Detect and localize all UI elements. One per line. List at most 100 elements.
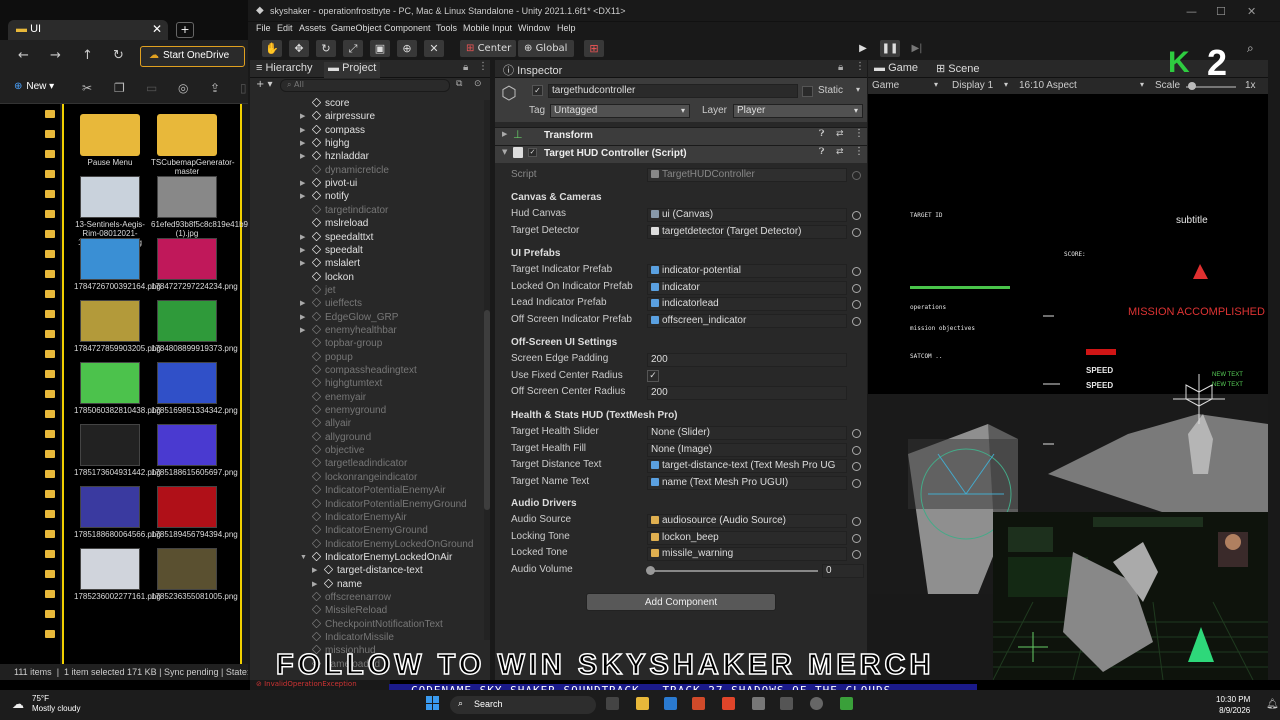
hierarchy-item[interactable]: ▶ notify: [300, 190, 349, 203]
tree-folder-icon[interactable]: [45, 170, 55, 178]
expand-arrow-icon[interactable]: ▶: [300, 177, 305, 190]
inspector-field-value[interactable]: audiosource (Audio Source): [647, 514, 847, 528]
hierarchy-item[interactable]: targetleadindicator: [311, 457, 407, 470]
menu-component[interactable]: Component: [384, 23, 431, 33]
file-thumbnail[interactable]: [157, 486, 217, 528]
task-view-icon[interactable]: [606, 697, 619, 710]
tree-folder-icon[interactable]: [45, 630, 55, 638]
notification-bell-icon[interactable]: 🔔︎: [1266, 699, 1279, 710]
hierarchy-search-input[interactable]: ⌕ All: [280, 79, 450, 92]
tree-folder-icon[interactable]: [45, 610, 55, 618]
file-thumbnail[interactable]: [80, 176, 140, 218]
tab-inspector[interactable]: ⓘ Inspector: [503, 62, 562, 78]
object-picker-icon[interactable]: [852, 533, 861, 543]
file-thumbnail[interactable]: [80, 300, 140, 342]
global-space-button[interactable]: ⊕ Global: [518, 40, 574, 57]
hierarchy-item[interactable]: ▶ speedalt: [300, 244, 363, 257]
back-arrow-icon[interactable]: ←: [18, 48, 29, 63]
menu-window[interactable]: Window: [518, 23, 550, 33]
hierarchy-item[interactable]: lockonrangeindicator: [311, 471, 417, 484]
tab-scene[interactable]: ⊞ Scene: [936, 62, 979, 75]
expand-arrow-icon[interactable]: ▶: [300, 124, 305, 137]
expand-arrow-icon[interactable]: ▶: [300, 257, 305, 270]
notepad-icon[interactable]: [840, 697, 853, 710]
obs-icon[interactable]: [810, 697, 823, 710]
expand-arrow-icon[interactable]: ▶: [312, 578, 317, 591]
hierarchy-item[interactable]: ▶ enemyhealthbar: [300, 324, 397, 337]
expand-arrow-icon[interactable]: ▶: [300, 137, 305, 150]
tree-folder-icon[interactable]: [45, 550, 55, 558]
file-thumbnail[interactable]: [80, 486, 140, 528]
inspector-field-value[interactable]: indicator-potential: [647, 264, 847, 278]
game-mode-dropdown[interactable]: Game: [872, 80, 899, 91]
tree-folder-icon[interactable]: [45, 230, 55, 238]
object-picker-icon[interactable]: [852, 316, 861, 326]
menu-edit[interactable]: Edit: [277, 23, 293, 33]
hierarchy-item[interactable]: topbar-group: [311, 337, 382, 350]
kebab-menu-icon[interactable]: ⋮: [478, 61, 488, 72]
grid-snap-icon[interactable]: ⊞: [584, 40, 604, 57]
expand-arrow-icon[interactable]: ▶: [502, 130, 507, 138]
hierarchy-item[interactable]: IndicatorMissile: [311, 631, 394, 644]
file-explorer-icon[interactable]: [636, 697, 649, 710]
inspector-field-value[interactable]: indicatorlead: [647, 297, 847, 312]
active-checkbox[interactable]: ✓: [532, 85, 543, 96]
file-thumbnail[interactable]: [80, 238, 140, 280]
hierarchy-item[interactable]: IndicatorEnemyLockedOnGround: [311, 538, 473, 551]
up-arrow-icon[interactable]: ↑: [82, 48, 93, 63]
inspector-menu-icon[interactable]: ⋮: [855, 61, 865, 72]
tree-folder-icon[interactable]: [45, 310, 55, 318]
search-icon[interactable]: ⌕: [1247, 41, 1254, 56]
rename-icon[interactable]: ◎: [178, 81, 188, 95]
hierarchy-item[interactable]: ▶ EdgeGlow_GRP: [300, 311, 398, 324]
delete-icon[interactable]: ▯: [240, 81, 247, 95]
expand-arrow-icon[interactable]: ▶: [300, 190, 305, 203]
tree-folder-icon[interactable]: [45, 190, 55, 198]
maximize-icon[interactable]: ☐: [1216, 5, 1226, 18]
object-picker-icon[interactable]: [852, 227, 861, 237]
expand-arrow-icon[interactable]: ▶: [300, 311, 305, 324]
lock-icon[interactable]: 🔒︎: [463, 62, 468, 73]
tab-hierarchy[interactable]: ≡ Hierarchy: [256, 62, 313, 74]
inspector-field-value[interactable]: 200: [647, 386, 847, 401]
help-icon[interactable]: ❓︎: [819, 129, 824, 139]
new-button[interactable]: ⊕ New ▾: [14, 81, 54, 92]
hierarchy-item[interactable]: CheckpointNotificationText: [311, 618, 443, 631]
tag-dropdown[interactable]: Untagged ▾: [550, 104, 690, 118]
tab-project[interactable]: ▬ Project: [324, 62, 381, 78]
copy-icon[interactable]: ❐: [114, 81, 125, 95]
file-thumbnail[interactable]: [157, 238, 217, 280]
inspector-field-value[interactable]: ui (Canvas): [647, 208, 847, 222]
inspector-field-value[interactable]: name (Text Mesh Pro UGUI): [647, 475, 847, 490]
hierarchy-item[interactable]: ▶ airpressure: [300, 110, 375, 123]
inspector-field-value[interactable]: 200: [647, 353, 847, 367]
object-picker-icon[interactable]: [852, 445, 861, 455]
tree-folder-icon[interactable]: [45, 270, 55, 278]
audio-volume-slider-thumb[interactable]: [646, 565, 655, 575]
help-icon[interactable]: ❓︎: [819, 147, 824, 157]
hierarchy-item[interactable]: IndicatorEnemyAir: [311, 511, 407, 524]
tree-folder-icon[interactable]: [45, 390, 55, 398]
store-icon[interactable]: [664, 697, 677, 710]
file-thumbnail[interactable]: [80, 362, 140, 404]
expand-arrow-icon[interactable]: ▶: [300, 110, 305, 123]
hierarchy-item[interactable]: jet: [311, 284, 336, 297]
folder-icon[interactable]: [80, 114, 140, 156]
hierarchy-item[interactable]: dynamicreticle: [311, 164, 389, 177]
use-fixed-center-radius-checkbox[interactable]: ✓: [647, 369, 659, 382]
add-component-button[interactable]: Add Component: [586, 593, 776, 611]
taskbar-search[interactable]: ⌕ Search: [450, 696, 596, 714]
tree-folder-icon[interactable]: [45, 410, 55, 418]
move-tool-icon[interactable]: ✥: [289, 40, 309, 57]
preset-icon[interactable]: ⇄: [836, 147, 844, 157]
weather-widget[interactable]: 75°F Mostly cloudy: [32, 694, 80, 714]
hierarchy-item[interactable]: MissileReload: [311, 604, 387, 617]
explorer-scrollbar[interactable]: [232, 104, 242, 664]
file-thumbnail[interactable]: [157, 424, 217, 466]
file-thumbnail[interactable]: [157, 300, 217, 342]
scale-slider-thumb[interactable]: [1188, 82, 1196, 90]
hierarchy-scrollbar-thumb[interactable]: [484, 310, 490, 510]
hierarchy-item[interactable]: IndicatorPotentialEnemyAir: [311, 484, 446, 497]
hierarchy-item[interactable]: offscreenarrow: [311, 591, 391, 604]
custom-tool-icon[interactable]: ✕: [424, 40, 444, 57]
